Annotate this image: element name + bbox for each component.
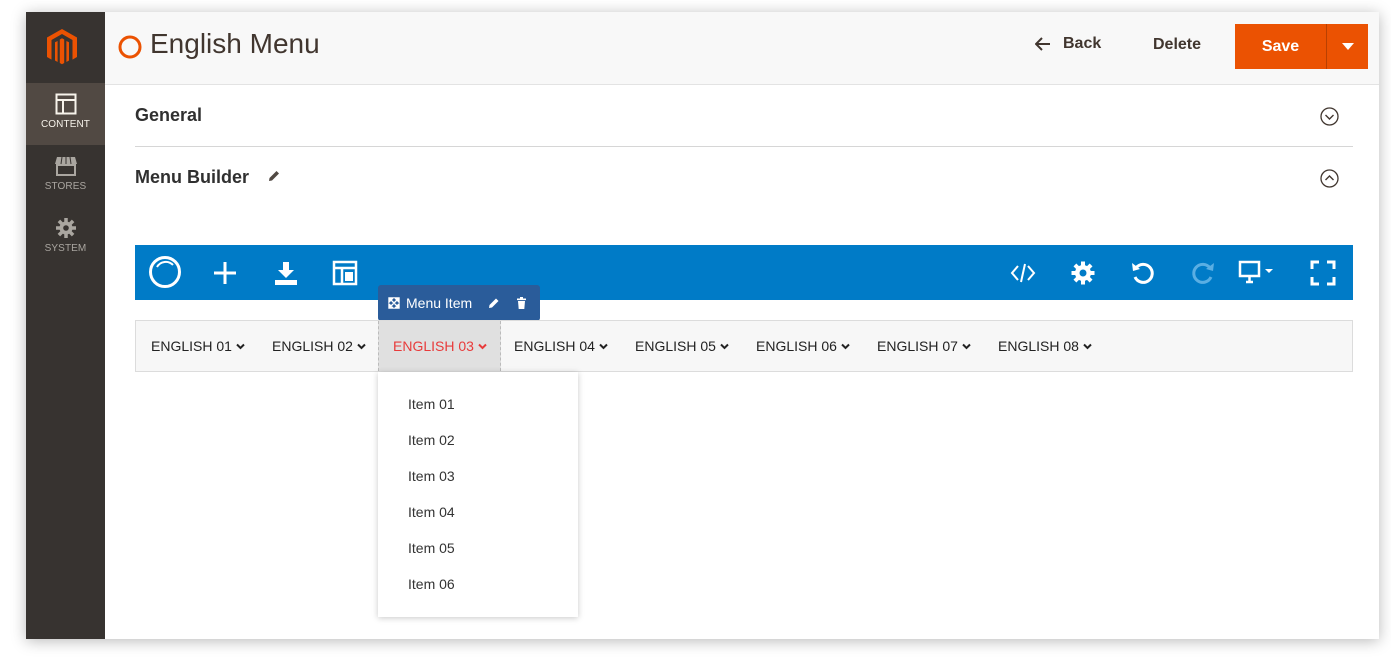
chevron-down-icon	[841, 343, 850, 349]
dropdown-item[interactable]: Item 06	[408, 576, 455, 592]
sidebar-item-label: SYSTEM	[44, 243, 87, 254]
menu-entry-english-02[interactable]: ENGLISH 02	[272, 321, 366, 371]
sidebar: CONTENT STORES SYSTEM	[26, 12, 105, 639]
chevron-down-icon	[357, 343, 366, 349]
menu-item-tag: Menu Item	[378, 285, 540, 321]
menu-entry-english-06[interactable]: ENGLISH 06	[756, 321, 850, 371]
stores-icon	[54, 156, 77, 176]
gear-icon	[55, 218, 76, 238]
delete-button[interactable]: Delete	[1153, 36, 1201, 54]
dropdown-item[interactable]: Item 01	[408, 396, 455, 412]
save-button-group: Save	[1235, 24, 1368, 69]
back-button[interactable]: Back	[1035, 35, 1101, 53]
menu-bar: ENGLISH 01 ENGLISH 02 ENGLISH 03 ENGLISH…	[135, 320, 1353, 372]
menu-entry-english-01[interactable]: ENGLISH 01	[151, 321, 245, 371]
sidebar-item-label: CONTENT	[40, 119, 91, 130]
menu-entry-label: ENGLISH 03	[393, 338, 474, 354]
code-icon[interactable]	[1010, 261, 1036, 285]
chevron-down-icon	[599, 343, 608, 349]
move-icon[interactable]	[388, 297, 400, 309]
redo-icon[interactable]	[1190, 260, 1216, 286]
chevron-down-icon	[1083, 343, 1092, 349]
menu-entry-label: ENGLISH 02	[272, 338, 353, 354]
arrow-left-icon	[1035, 37, 1050, 51]
back-label: Back	[1063, 35, 1102, 52]
menu-entry-english-08[interactable]: ENGLISH 08	[998, 321, 1092, 371]
builder-logo-icon[interactable]	[148, 255, 182, 289]
menu-entry-english-05[interactable]: ENGLISH 05	[635, 321, 729, 371]
menu-entry-label: ENGLISH 01	[151, 338, 232, 354]
menu-builder-section[interactable]: Menu Builder	[135, 147, 1353, 209]
section-title: Menu Builder	[135, 167, 250, 187]
chevron-down-icon	[478, 343, 487, 349]
chevron-up-circle-icon[interactable]	[1320, 169, 1339, 188]
pencil-icon[interactable]	[267, 169, 281, 183]
desktop-view-icon[interactable]	[1238, 260, 1276, 286]
builder-toolbar	[135, 245, 1353, 300]
dropdown-item[interactable]: Item 03	[408, 468, 455, 484]
chevron-down-icon	[236, 343, 245, 349]
sidebar-item-label: STORES	[44, 181, 87, 192]
general-section[interactable]: General	[135, 85, 1353, 147]
save-button[interactable]: Save	[1235, 24, 1326, 69]
menu-entry-label: ENGLISH 06	[756, 338, 837, 354]
menu-entry-label: ENGLISH 04	[514, 338, 595, 354]
menu-entry-english-03[interactable]: ENGLISH 03	[378, 321, 501, 371]
sidebar-item-system[interactable]: SYSTEM	[26, 207, 105, 269]
magento-logo-icon[interactable]	[42, 27, 82, 67]
dropdown-item[interactable]: Item 05	[408, 540, 455, 556]
plus-icon[interactable]	[212, 260, 238, 286]
menu-item-tag-label: Menu Item	[406, 295, 473, 311]
fullscreen-icon[interactable]	[1310, 260, 1336, 286]
dropdown-item[interactable]: Item 02	[408, 432, 455, 448]
save-options-toggle[interactable]	[1326, 24, 1368, 69]
sidebar-item-stores[interactable]: STORES	[26, 145, 105, 207]
sidebar-item-content[interactable]: CONTENT	[26, 83, 105, 145]
chevron-down-circle-icon[interactable]	[1320, 107, 1339, 126]
chevron-down-icon	[720, 343, 729, 349]
page-header: English Menu Back Delete Save	[105, 12, 1379, 85]
app-window: CONTENT STORES SYSTEM English Menu Back …	[26, 12, 1379, 639]
menu-entry-english-04[interactable]: ENGLISH 04	[514, 321, 608, 371]
dropdown-item[interactable]: Item 04	[408, 504, 455, 520]
menu-entry-label: ENGLISH 05	[635, 338, 716, 354]
content-icon	[55, 93, 76, 115]
menu-entry-label: ENGLISH 07	[877, 338, 958, 354]
download-icon[interactable]	[273, 260, 299, 286]
ring-logo-icon	[118, 35, 142, 59]
template-icon[interactable]	[332, 260, 358, 286]
undo-icon[interactable]	[1130, 260, 1156, 286]
page-title: English Menu	[150, 28, 320, 59]
section-title: General	[135, 105, 203, 125]
chevron-down-icon	[962, 343, 971, 349]
submenu-dropdown: Item 01 Item 02 Item 03 Item 04 Item 05 …	[378, 372, 578, 617]
edit-icon[interactable]	[488, 297, 500, 309]
menu-entry-label: ENGLISH 08	[998, 338, 1079, 354]
settings-icon[interactable]	[1070, 260, 1096, 286]
caret-down-icon	[1341, 43, 1354, 50]
menu-entry-english-07[interactable]: ENGLISH 07	[877, 321, 971, 371]
trash-icon[interactable]	[516, 297, 527, 309]
